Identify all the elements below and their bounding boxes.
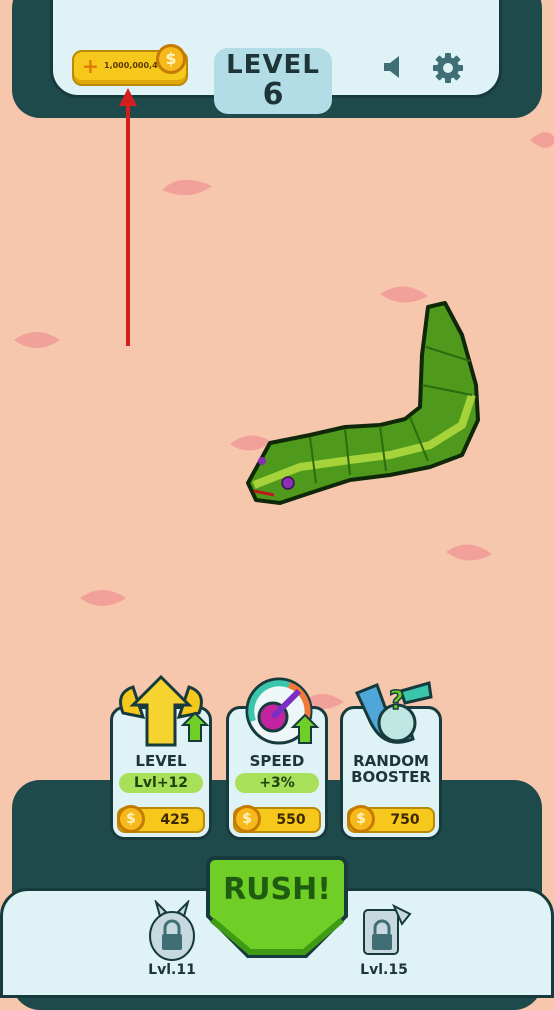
coin-icon: $ — [347, 805, 375, 833]
lock-icon — [149, 898, 195, 961]
level-number: 6 — [262, 77, 284, 112]
upgrade-card-speed[interactable]: SPEED +3% $ 550 — [226, 677, 328, 840]
upgrade-card-level[interactable]: LEVEL Lvl+12 $ 425 — [110, 674, 212, 840]
annotation-arrow — [119, 88, 137, 346]
upgrade-title: SPEED — [249, 752, 305, 770]
rush-label: RUSH! — [223, 872, 331, 907]
upgrade-title: LEVEL — [135, 752, 187, 770]
svg-text:?: ? — [389, 686, 404, 716]
upgrade-subtitle: Lvl+12 — [119, 773, 203, 793]
upgrade-price-button[interactable]: $ 750 — [347, 805, 435, 833]
upgrade-subtitle: +3% — [235, 773, 319, 793]
coin-icon: $ — [233, 805, 261, 833]
snake-character[interactable] — [240, 295, 490, 520]
winged-arrow-icon — [119, 674, 209, 747]
speaker-icon[interactable] — [380, 52, 410, 82]
coin-icon: $ — [117, 805, 145, 833]
locked-item-label: Lvl.15 — [360, 962, 408, 978]
magnet-question-icon: ? — [354, 681, 433, 744]
gear-icon[interactable] — [432, 52, 464, 84]
level-label: LEVEL — [226, 50, 320, 80]
petal-decoration — [530, 132, 554, 148]
speedometer-icon — [245, 677, 320, 745]
lock-icon — [363, 903, 412, 955]
upgrade-price: 425 — [160, 812, 190, 828]
upgrade-price-button[interactable]: $ 425 — [117, 805, 205, 833]
upgrade-price: 550 — [276, 812, 306, 828]
locked-item-label: Lvl.11 — [148, 962, 196, 978]
petal-decoration — [162, 179, 212, 196]
locked-item-2[interactable]: Lvl.15 — [354, 900, 414, 984]
upgrade-title: RANDOM BOOSTER — [351, 752, 431, 786]
petal-decoration — [80, 590, 126, 606]
upgrade-price: 750 — [390, 812, 420, 828]
locked-item-1[interactable]: Lvl.11 — [142, 898, 202, 984]
petal-decoration — [446, 544, 492, 561]
upgrade-card-random-booster[interactable]: ? RANDOM BOOSTER $ 750 — [340, 681, 442, 840]
petal-decoration — [14, 332, 60, 348]
coin-icon: $ — [156, 44, 186, 74]
upgrade-price-button[interactable]: $ 550 — [233, 805, 321, 833]
rush-button[interactable]: RUSH! — [204, 856, 350, 960]
level-indicator: LEVEL 6 — [214, 48, 332, 114]
plus-icon: + — [82, 54, 99, 78]
